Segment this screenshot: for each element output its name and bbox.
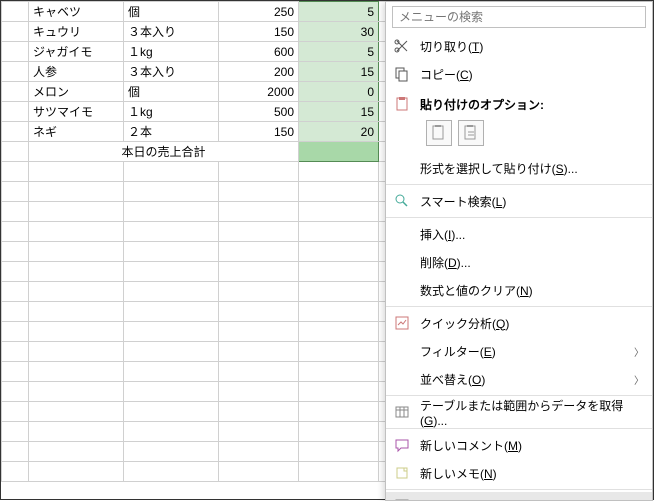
cell[interactable] — [2, 42, 29, 62]
cell-selected[interactable]: 15 — [299, 102, 379, 122]
cell-selected[interactable]: 30 — [299, 22, 379, 42]
menu-quick-analysis-label: クイック分析(Q) — [420, 315, 644, 332]
cell[interactable]: 人参 — [29, 62, 124, 82]
cell[interactable]: １kg — [124, 102, 219, 122]
menu-clear-label: 数式と値のクリア(N) — [420, 282, 644, 299]
menu-sort-label: 並べ替え(O) — [420, 371, 634, 388]
table-data-icon — [392, 402, 412, 422]
cell[interactable]: ジャガイモ — [29, 42, 124, 62]
cell[interactable]: ３本入り — [124, 62, 219, 82]
cell[interactable]: 600 — [219, 42, 299, 62]
cell[interactable] — [2, 2, 29, 22]
separator — [386, 428, 652, 429]
note-icon — [392, 463, 412, 483]
separator — [386, 184, 652, 185]
cell[interactable] — [2, 82, 29, 102]
summary-label[interactable]: 本日の売上合計 — [29, 142, 299, 162]
menu-quick-analysis[interactable]: クイック分析(Q) — [386, 309, 652, 337]
cell[interactable]: 500 — [219, 102, 299, 122]
menu-filter[interactable]: フィルター(E) 〉 — [386, 337, 652, 365]
cell[interactable]: ３本入り — [124, 22, 219, 42]
paste-option-default[interactable] — [426, 120, 452, 146]
separator — [386, 306, 652, 307]
menu-sort[interactable]: 並べ替え(O) 〉 — [386, 365, 652, 393]
menu-paste-options: 貼り付けのオプション: — [386, 88, 652, 154]
menu-delete[interactable]: 削除(D)... — [386, 248, 652, 276]
cell[interactable] — [2, 102, 29, 122]
cell[interactable]: 150 — [219, 22, 299, 42]
cell[interactable]: 個 — [124, 82, 219, 102]
menu-new-comment[interactable]: 新しいコメント(M) — [386, 431, 652, 459]
cell[interactable]: メロン — [29, 82, 124, 102]
cell[interactable]: １kg — [124, 42, 219, 62]
cell[interactable]: キュウリ — [29, 22, 124, 42]
cell[interactable] — [2, 122, 29, 142]
cell-selected[interactable]: 20 — [299, 122, 379, 142]
cell-selected[interactable]: 0 — [299, 82, 379, 102]
menu-new-note[interactable]: 新しいメモ(N) — [386, 459, 652, 487]
cell[interactable] — [2, 142, 29, 162]
summary-value[interactable] — [299, 142, 379, 162]
cell[interactable] — [2, 62, 29, 82]
menu-get-data-label: テーブルまたは範囲からデータを取得(G)... — [420, 397, 644, 428]
menu-cut[interactable]: 切り取り(T) — [386, 32, 652, 60]
menu-delete-label: 削除(D)... — [420, 254, 644, 271]
menu-get-data[interactable]: テーブルまたは範囲からデータを取得(G)... — [386, 398, 652, 426]
clipboard-icon — [392, 94, 412, 114]
menu-cut-label: 切り取り(T) — [420, 38, 644, 55]
menu-format-cells[interactable]: セルの書式設定(F)... — [386, 492, 652, 500]
chevron-right-icon: 〉 — [634, 344, 644, 359]
cell-selected[interactable]: 15 — [299, 62, 379, 82]
cell[interactable]: ２本 — [124, 122, 219, 142]
quick-analysis-icon — [392, 313, 412, 333]
menu-copy-label: コピー(C) — [420, 66, 644, 83]
menu-insert[interactable]: 挿入(I)... — [386, 220, 652, 248]
chevron-right-icon: 〉 — [634, 372, 644, 387]
separator — [386, 489, 652, 490]
cell-selected[interactable]: 5 — [299, 2, 379, 22]
cell[interactable]: キャベツ — [29, 2, 124, 22]
menu-smart-lookup-label: スマート検索(L) — [420, 193, 644, 210]
cell[interactable]: 200 — [219, 62, 299, 82]
copy-icon — [392, 64, 412, 84]
cell[interactable]: 150 — [219, 122, 299, 142]
paste-option-values[interactable] — [458, 120, 484, 146]
menu-paste-special-label: 形式を選択して貼り付け(S)... — [420, 160, 644, 177]
separator — [386, 217, 652, 218]
paste-options-label: 貼り付けのオプション: — [420, 96, 544, 113]
menu-search-input[interactable] — [392, 6, 646, 28]
cell[interactable] — [2, 22, 29, 42]
format-cells-icon — [392, 496, 412, 500]
menu-new-note-label: 新しいメモ(N) — [420, 465, 644, 482]
menu-filter-label: フィルター(E) — [420, 343, 634, 360]
cell-selected[interactable]: 5 — [299, 42, 379, 62]
menu-clear[interactable]: 数式と値のクリア(N) — [386, 276, 652, 304]
cell[interactable]: 2000 — [219, 82, 299, 102]
scissors-icon — [392, 36, 412, 56]
menu-smart-lookup[interactable]: スマート検索(L) — [386, 187, 652, 215]
menu-copy[interactable]: コピー(C) — [386, 60, 652, 88]
menu-new-comment-label: 新しいコメント(M) — [420, 437, 644, 454]
comment-icon — [392, 435, 412, 455]
cell[interactable]: サツマイモ — [29, 102, 124, 122]
menu-insert-label: 挿入(I)... — [420, 226, 644, 243]
context-menu: 切り取り(T) コピー(C) 貼り付けのオプション: — [385, 1, 653, 501]
cell[interactable]: ネギ — [29, 122, 124, 142]
search-icon — [392, 191, 412, 211]
cell[interactable]: 個 — [124, 2, 219, 22]
cell[interactable]: 250 — [219, 2, 299, 22]
menu-paste-special[interactable]: 形式を選択して貼り付け(S)... — [386, 154, 652, 182]
